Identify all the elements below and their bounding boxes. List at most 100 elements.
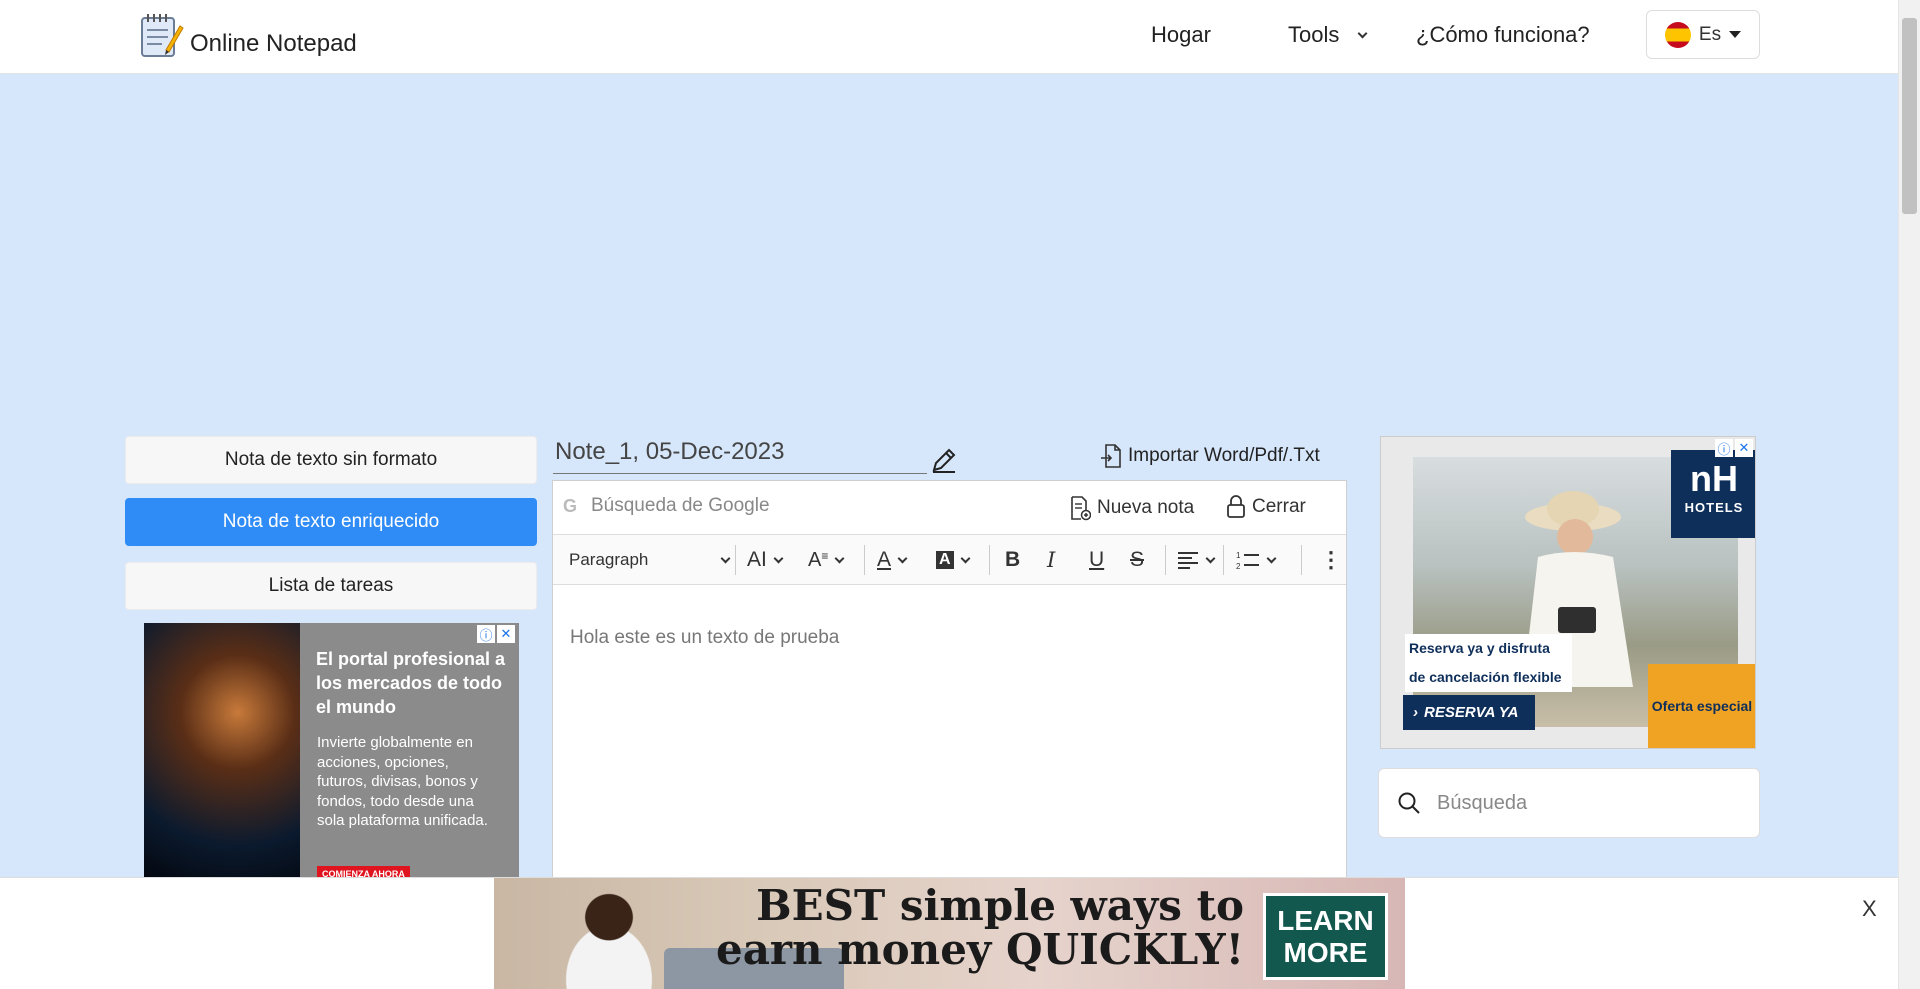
font-color-icon: A — [877, 548, 892, 571]
paragraph-style-value: Paragraph — [569, 550, 649, 569]
bold-button[interactable]: B — [1005, 547, 1020, 573]
bottom-ad[interactable]: BEST simple ways to earn money QUICKLY! … — [494, 878, 1405, 989]
chevron-down-icon — [897, 553, 908, 563]
ad-left-image — [144, 623, 300, 878]
font-family-button[interactable]: A≡ — [808, 547, 845, 573]
ad-person-image — [534, 886, 684, 989]
nh-hotels-logo: nH HOTELS — [1671, 450, 1755, 538]
svg-text:1: 1 — [1236, 551, 1241, 560]
strikethrough-icon: S — [1130, 548, 1145, 571]
google-search-placeholder: Búsqueda de Google — [591, 495, 770, 516]
import-file-icon — [1101, 444, 1121, 468]
new-note-label: Nueva nota — [1097, 497, 1195, 518]
italic-button[interactable]: I — [1047, 547, 1055, 573]
chevron-down-icon — [720, 553, 731, 563]
bottom-ad-headline: BEST simple ways to earn money QUICKLY! — [715, 881, 1244, 974]
chevron-down-icon — [834, 553, 845, 563]
ad-right[interactable]: nH HOTELS Reserva ya y disfruta de cance… — [1380, 436, 1756, 749]
close-note-label: Cerrar — [1252, 496, 1306, 517]
language-label: Es — [1698, 23, 1722, 45]
ad-close-icon[interactable]: ✕ — [497, 625, 515, 643]
site-name: Online Notepad — [190, 30, 357, 57]
nav-how-it-works-link[interactable]: ¿Cómo funciona? — [1416, 22, 1590, 48]
bottom-ad-cta[interactable]: LEARN MORE — [1263, 893, 1388, 980]
chevron-down-icon — [773, 553, 784, 563]
bold-icon: B — [1005, 548, 1021, 571]
close-note-button[interactable]: Cerrar — [1226, 495, 1306, 519]
chevron-down-icon — [1205, 553, 1216, 563]
numbered-list-icon: 1 2 — [1236, 551, 1259, 570]
sidebar-item-rich-text[interactable]: Nota de texto enriquecido — [125, 498, 537, 546]
spain-flag-icon — [1664, 21, 1691, 48]
highlight-color-icon: A — [936, 551, 954, 569]
highlight-color-button[interactable]: A — [936, 547, 971, 573]
search-icon — [1398, 792, 1420, 814]
caret-down-icon — [1729, 31, 1742, 38]
ad-info-icon[interactable]: ⓘ — [1715, 439, 1733, 457]
paragraph-style-select[interactable]: Paragraph — [569, 547, 731, 573]
chevron-right-icon: › — [1413, 704, 1418, 721]
more-options-button[interactable]: ⋮ — [1320, 547, 1342, 573]
strikethrough-button[interactable]: S — [1130, 547, 1144, 573]
font-color-button[interactable]: A — [877, 547, 908, 573]
font-size-icon: AI — [747, 548, 767, 571]
new-note-button[interactable]: Nueva nota — [1069, 495, 1194, 521]
ad-right-offer: Oferta especial — [1648, 664, 1755, 748]
close-banner-button[interactable]: X — [1862, 896, 1877, 922]
note-title-input[interactable]: Note_1, 05-Dec-2023 — [553, 438, 927, 474]
sidebar-item-plain-text[interactable]: Nota de texto sin formato — [125, 436, 537, 484]
edit-pencil-icon[interactable] — [930, 446, 958, 474]
ad-info-icon[interactable]: ⓘ — [477, 625, 495, 643]
ad-left-body: Invierte globalmente en acciones, opcion… — [317, 734, 488, 829]
ad-right-text: Reserva ya y disfruta de cancelación fle… — [1405, 634, 1572, 692]
font-size-button[interactable]: AI — [747, 547, 784, 573]
toolbar-divider — [1301, 545, 1302, 575]
numbered-list-button[interactable]: 1 2 — [1236, 547, 1277, 573]
nav-tools-menu[interactable]: Tools — [1288, 22, 1368, 48]
new-note-icon — [1071, 496, 1091, 521]
page-scrollbar[interactable] — [1898, 0, 1920, 989]
editor-content[interactable]: Hola este es un texto de prueba — [553, 585, 1346, 691]
ad-right-cta[interactable]: › RESERVA YA — [1403, 695, 1535, 730]
more-vertical-icon: ⋮ — [1320, 547, 1342, 572]
sidebar-item-todo-list[interactable]: Lista de tareas — [125, 562, 537, 610]
ad-right-cta-label: RESERVA YA — [1424, 704, 1519, 721]
search-placeholder: Búsqueda — [1437, 791, 1528, 814]
align-button[interactable] — [1177, 547, 1216, 573]
chevron-down-icon — [960, 553, 971, 563]
top-header: Online Notepad Hogar Tools ¿Cómo funcion… — [0, 0, 1898, 74]
font-family-icon: A≡ — [808, 548, 829, 571]
bottom-ad-banner: BEST simple ways to earn money QUICKLY! … — [0, 877, 1898, 989]
toolbar-divider — [1223, 545, 1224, 575]
italic-icon: I — [1047, 548, 1056, 572]
toolbar-divider — [864, 545, 865, 575]
ad-close-icon[interactable]: ✕ — [1735, 439, 1753, 457]
site-logo[interactable]: Online Notepad — [138, 12, 357, 60]
nh-brand-subtext: HOTELS — [1684, 500, 1744, 515]
align-left-icon — [1178, 552, 1198, 569]
ad-left-title: El portal profesional a los mercados de … — [316, 649, 506, 717]
lock-icon — [1227, 495, 1245, 518]
chevron-down-icon — [1357, 28, 1368, 38]
toolbar-divider — [735, 545, 736, 575]
editor-top-bar: G Búsqueda de Google Nueva nota Cerrar — [553, 481, 1346, 535]
underline-button[interactable]: U — [1089, 547, 1104, 573]
underline-icon: U — [1089, 548, 1105, 571]
ad-left[interactable]: El portal profesional a los mercados de … — [144, 623, 519, 878]
notepad-icon — [138, 12, 184, 60]
ad-choices-badge: ⓘ ✕ — [477, 625, 515, 643]
site-search-input[interactable]: Búsqueda — [1378, 768, 1760, 838]
nav-home-link[interactable]: Hogar — [1151, 22, 1211, 48]
scrollbar-thumb[interactable] — [1902, 18, 1917, 214]
import-file-label: Importar Word/Pdf/.Txt — [1128, 445, 1320, 466]
editor-toolbar: Paragraph AI A≡ A A B I U S 1 2 ⋮ — [553, 535, 1346, 585]
svg-text:2: 2 — [1236, 562, 1241, 570]
google-icon: G — [563, 496, 578, 516]
language-selector[interactable]: Es — [1646, 10, 1760, 59]
toolbar-divider — [989, 545, 990, 575]
rich-text-editor: G Búsqueda de Google Nueva nota Cerrar P — [552, 480, 1347, 910]
chevron-down-icon — [1266, 553, 1277, 563]
nh-brand-text: nH — [1690, 458, 1738, 499]
import-file-button[interactable]: Importar Word/Pdf/.Txt — [1100, 443, 1320, 469]
google-search-field[interactable]: G Búsqueda de Google — [563, 495, 770, 517]
